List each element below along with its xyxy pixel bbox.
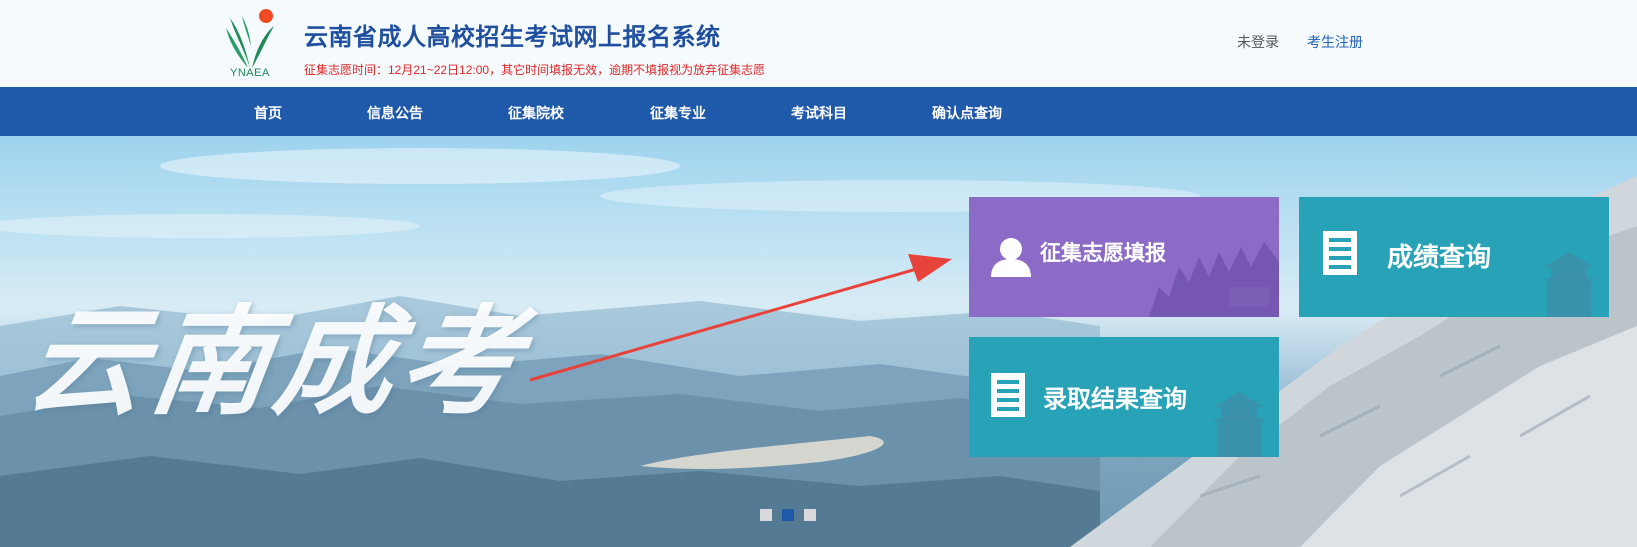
mountain-decoration bbox=[1149, 242, 1279, 317]
nav-item-home[interactable]: 首页 bbox=[254, 103, 282, 123]
document-icon bbox=[991, 373, 1025, 417]
main-nav: 首页 信息公告 征集院校 征集专业 考试科目 确认点查询 bbox=[0, 87, 1637, 136]
nav-item-colleges[interactable]: 征集院校 bbox=[508, 103, 564, 123]
register-link[interactable]: 考生注册 bbox=[1307, 32, 1363, 52]
header: YNAEA 云南省成人高校招生考试网上报名系统 征集志愿时间：12月21~22日… bbox=[0, 0, 1637, 87]
score-query-label: 成绩查询 bbox=[1387, 242, 1492, 272]
carousel-dot-2[interactable] bbox=[782, 509, 794, 521]
user-icon bbox=[991, 238, 1031, 277]
admission-result-label: 录取结果查询 bbox=[1043, 386, 1187, 413]
nav-item-confirm-site[interactable]: 确认点查询 bbox=[932, 103, 1002, 123]
volunteer-application-tile[interactable]: 征集志愿填报 bbox=[969, 197, 1279, 317]
document-icon bbox=[1323, 231, 1357, 275]
site-title: 云南省成人高校招生考试网上报名系统 bbox=[304, 24, 721, 51]
carousel-dot-3[interactable] bbox=[804, 509, 816, 521]
nav-item-announcements[interactable]: 信息公告 bbox=[367, 103, 423, 123]
pavilion-decoration bbox=[1541, 252, 1597, 317]
nav-item-majors[interactable]: 征集专业 bbox=[650, 103, 706, 123]
admission-result-tile[interactable]: 录取结果查询 bbox=[969, 337, 1279, 457]
pavilion-decoration bbox=[1211, 392, 1267, 457]
carousel-dot-1[interactable] bbox=[760, 509, 772, 521]
logo-text: YNAEA bbox=[230, 67, 270, 79]
score-query-tile[interactable]: 成绩查询 bbox=[1299, 197, 1609, 317]
header-links: 未登录 考生注册 bbox=[1237, 32, 1637, 52]
volunteer-application-label: 征集志愿填报 bbox=[1040, 242, 1166, 265]
deadline-notice: 征集志愿时间：12月21~22日12:00，其它时间填报无效，逾期不填报视为放弃… bbox=[304, 63, 766, 77]
nav-item-exam-subjects[interactable]: 考试科目 bbox=[791, 103, 847, 123]
login-status-link[interactable]: 未登录 bbox=[1237, 32, 1279, 52]
carousel-indicators bbox=[760, 509, 820, 521]
